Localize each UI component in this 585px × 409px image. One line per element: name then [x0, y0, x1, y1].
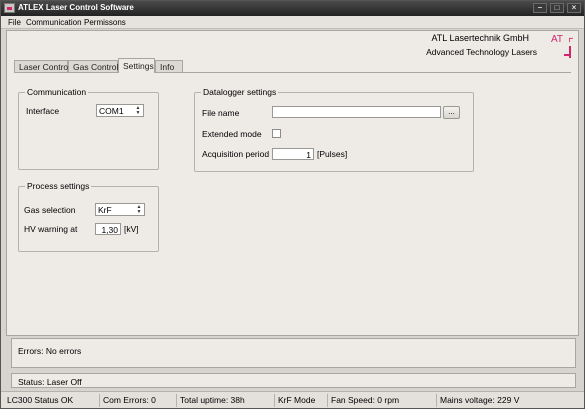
- status-uptime: Total uptime: 38h: [176, 394, 274, 407]
- settings-tab-content: Communication Interface COM1 ▲ ▼ Process …: [14, 72, 571, 332]
- minimize-icon[interactable]: –: [533, 3, 547, 13]
- svg-text:L: L: [566, 37, 573, 43]
- window-title: ATLEX Laser Control Software: [18, 3, 134, 12]
- app-window: ATLEX Laser Control Software – □ × File …: [0, 0, 585, 409]
- svg-text:AT: AT: [551, 34, 563, 45]
- atl-logo: AT L: [551, 34, 573, 58]
- file-name-label: File name: [202, 108, 240, 118]
- title-bar[interactable]: ATLEX Laser Control Software – □ ×: [1, 1, 584, 16]
- acquisition-period-input[interactable]: 1: [272, 148, 314, 160]
- menu-communication[interactable]: Communication: [26, 18, 82, 27]
- status-com-errors: Com Errors: 0: [99, 394, 176, 407]
- errors-panel: Errors: No errors: [11, 338, 576, 368]
- hv-warning-input[interactable]: 1,30: [95, 223, 121, 235]
- company-tagline: Advanced Technology Lasers: [426, 47, 537, 57]
- gas-selection-select[interactable]: KrF ▲ ▼: [95, 203, 145, 216]
- hv-warning-label: HV warning at: [24, 224, 78, 234]
- extended-mode-label: Extended mode: [202, 129, 262, 139]
- tab-info[interactable]: Info: [155, 60, 183, 72]
- communication-group: Communication Interface COM1 ▲ ▼: [18, 87, 159, 170]
- tab-laser-control[interactable]: Laser Control: [14, 60, 70, 72]
- process-settings-group: Process settings Gas selection KrF ▲ ▼ HV…: [18, 181, 159, 252]
- menu-file[interactable]: File: [8, 18, 21, 27]
- tab-settings[interactable]: Settings: [118, 58, 155, 73]
- close-icon[interactable]: ×: [567, 3, 581, 13]
- datalogger-title: Datalogger settings: [201, 87, 279, 97]
- interface-label: Interface: [26, 106, 60, 116]
- spin-arrows-icon: ▲ ▼: [135, 105, 141, 116]
- status-mains-voltage: Mains voltage: 229 V: [436, 394, 581, 407]
- acquisition-period-label: Acquisition period: [202, 149, 270, 159]
- errors-text: Errors: No errors: [18, 346, 82, 356]
- tab-gas-control[interactable]: Gas Control: [68, 60, 118, 72]
- status-mode: KrF Mode: [274, 394, 327, 407]
- process-settings-title: Process settings: [25, 181, 92, 191]
- app-icon: [4, 3, 15, 13]
- file-name-input[interactable]: [272, 106, 441, 118]
- browse-button[interactable]: ...: [443, 106, 460, 119]
- menu-bar: File Communication Permissons: [1, 16, 584, 29]
- spin-arrows-icon: ▲ ▼: [136, 204, 142, 215]
- maximize-icon[interactable]: □: [550, 3, 564, 13]
- extended-mode-checkbox[interactable]: [272, 129, 281, 138]
- status-lc300: LC300 Status OK: [7, 395, 74, 405]
- main-panel: ATL Lasertechnik GmbH Advanced Technolog…: [6, 30, 579, 336]
- status-panel: Status: Laser Off: [11, 373, 576, 388]
- hv-unit-label: [kV]: [124, 224, 139, 234]
- datalogger-group: Datalogger settings File name ... Extend…: [194, 87, 474, 172]
- gas-selection-label: Gas selection: [24, 205, 76, 215]
- interface-select[interactable]: COM1 ▲ ▼: [96, 104, 144, 117]
- status-fan-speed: Fan Speed: 0 rpm: [327, 394, 436, 407]
- status-text: Status: Laser Off: [18, 377, 82, 387]
- communication-group-title: Communication: [25, 87, 89, 97]
- menu-permissions[interactable]: Permissons: [84, 18, 126, 27]
- status-bar: LC300 Status OK Com Errors: 0 Total upti…: [1, 391, 584, 408]
- company-name: ATL Lasertechnik GmbH: [431, 33, 529, 43]
- period-unit-label: [Pulses]: [317, 149, 348, 159]
